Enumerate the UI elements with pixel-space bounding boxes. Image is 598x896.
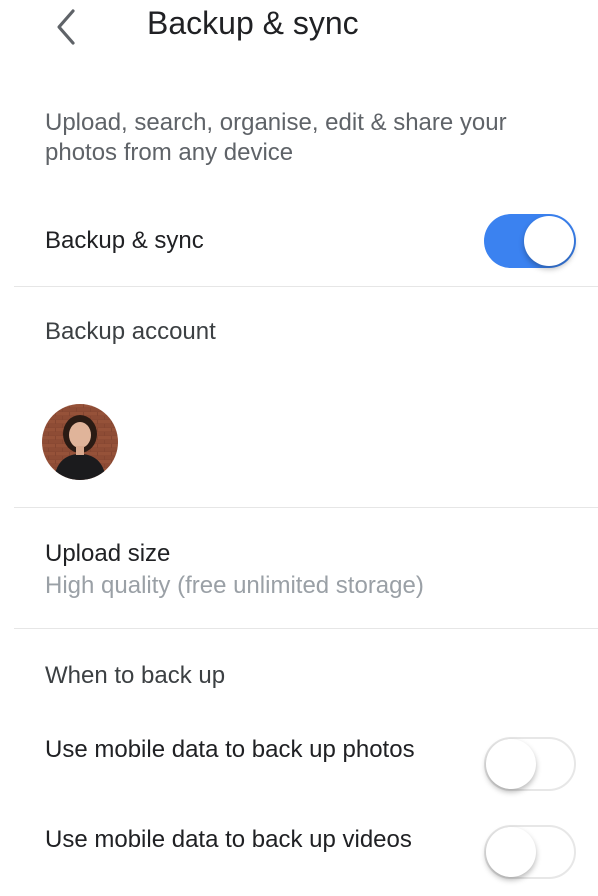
toggle-knob: [486, 739, 536, 789]
when-to-back-up-heading: When to back up: [45, 662, 226, 689]
chevron-left-icon: [57, 9, 75, 45]
avatar[interactable]: [42, 404, 118, 480]
page-title: Backup & sync: [147, 5, 359, 41]
upload-size-value: High quality (free unlimited storage): [45, 572, 424, 599]
divider: [14, 628, 598, 629]
backup-sync-label: Backup & sync: [45, 227, 204, 254]
mobile-data-videos-label: Use mobile data to back up videos: [45, 826, 412, 853]
toggle-knob: [524, 216, 574, 266]
avatar-photo: [42, 404, 118, 480]
toggle-knob: [486, 827, 536, 877]
divider: [14, 507, 598, 508]
backup-account-label: Backup account: [45, 318, 216, 345]
divider: [14, 286, 598, 287]
header: Backup & sync: [0, 0, 598, 56]
backup-sync-toggle[interactable]: [484, 214, 576, 268]
upload-size-label[interactable]: Upload size: [45, 540, 170, 568]
back-button[interactable]: [46, 4, 86, 48]
mobile-data-photos-toggle[interactable]: [484, 737, 576, 791]
mobile-data-videos-toggle[interactable]: [484, 825, 576, 879]
mobile-data-photos-label: Use mobile data to back up photos: [45, 736, 415, 763]
intro-text: Upload, search, organise, edit & share y…: [45, 109, 507, 166]
